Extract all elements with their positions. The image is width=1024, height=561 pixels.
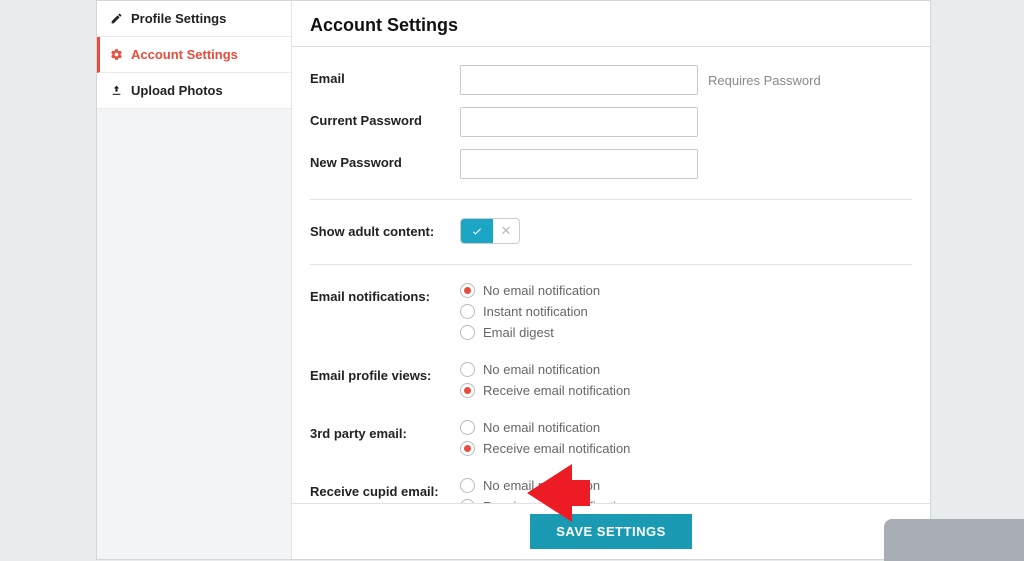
new-password-input[interactable] <box>460 149 698 179</box>
email-hint: Requires Password <box>708 73 821 88</box>
profile-views-option-none[interactable]: No email notification <box>460 362 630 377</box>
notifications-option-none[interactable]: No email notification <box>460 283 600 298</box>
radio-icon <box>460 383 475 398</box>
third-party-option-none[interactable]: No email notification <box>460 420 630 435</box>
third-party-option-receive[interactable]: Receive email notification <box>460 441 630 456</box>
email-label: Email <box>310 65 460 86</box>
radio-label: Receive email notification <box>483 383 630 398</box>
pencil-icon <box>109 12 123 26</box>
current-password-label: Current Password <box>310 107 460 128</box>
radio-icon <box>460 362 475 377</box>
sidebar-item-label: Account Settings <box>131 47 238 62</box>
cupid-option-none[interactable]: No email notification <box>460 478 630 493</box>
gear-icon <box>109 48 123 62</box>
email-notifications-label: Email notifications: <box>310 283 460 304</box>
third-party-label: 3rd party email: <box>310 420 460 441</box>
adult-content-label: Show adult content: <box>310 218 460 239</box>
cupid-email-label: Receive cupid email: <box>310 478 460 499</box>
profile-views-label: Email profile views: <box>310 362 460 383</box>
main-header: Account Settings <box>292 1 930 47</box>
adult-content-toggle[interactable]: ✕ <box>460 218 520 244</box>
sidebar-item-label: Profile Settings <box>131 11 226 26</box>
radio-label: Email digest <box>483 325 554 340</box>
radio-icon <box>460 325 475 340</box>
footer: SAVE SETTINGS <box>292 503 930 559</box>
main-panel: Account Settings Email Requires Password… <box>292 1 930 559</box>
x-icon: ✕ <box>493 223 519 239</box>
sidebar: Profile Settings Account Settings Upload… <box>97 1 292 559</box>
sidebar-item-account-settings[interactable]: Account Settings <box>97 37 291 73</box>
radio-icon <box>460 304 475 319</box>
radio-icon <box>460 478 475 493</box>
sidebar-item-profile-settings[interactable]: Profile Settings <box>97 1 291 37</box>
upload-icon <box>109 84 123 98</box>
notifications-option-digest[interactable]: Email digest <box>460 325 600 340</box>
check-icon <box>461 219 493 243</box>
page-title: Account Settings <box>310 15 912 36</box>
radio-label: No email notification <box>483 362 600 377</box>
email-input[interactable] <box>460 65 698 95</box>
notifications-option-instant[interactable]: Instant notification <box>460 304 600 319</box>
radio-icon <box>460 441 475 456</box>
radio-label: No email notification <box>483 283 600 298</box>
bottom-right-panel <box>884 519 1024 561</box>
save-settings-button[interactable]: SAVE SETTINGS <box>530 514 692 549</box>
new-password-label: New Password <box>310 149 460 170</box>
radio-label: No email notification <box>483 420 600 435</box>
radio-label: Instant notification <box>483 304 588 319</box>
profile-views-option-receive[interactable]: Receive email notification <box>460 383 630 398</box>
radio-icon <box>460 420 475 435</box>
radio-label: Receive email notification <box>483 441 630 456</box>
radio-icon <box>460 283 475 298</box>
current-password-input[interactable] <box>460 107 698 137</box>
sidebar-item-upload-photos[interactable]: Upload Photos <box>97 73 291 109</box>
sidebar-item-label: Upload Photos <box>131 83 223 98</box>
radio-label: No email notification <box>483 478 600 493</box>
